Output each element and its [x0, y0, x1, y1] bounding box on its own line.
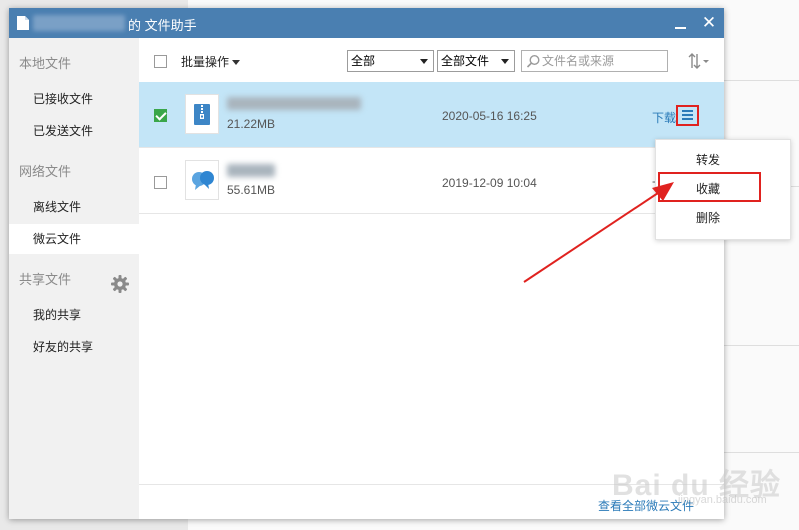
- main-panel: 批量操作 全部 全部文件 文件名或来源 21.22MB 2020-05-16 1…: [139, 38, 724, 519]
- search-box: [521, 50, 668, 72]
- type-filter-select[interactable]: 全部文件: [437, 50, 515, 72]
- chevron-down-icon: [501, 59, 509, 64]
- sidebar-section-network: 网络文件: [19, 164, 72, 179]
- file-assistant-window: 的 文件助手 ✕ 本地文件 已接收文件 已发送文件 网络文件 离线文件 微云文件…: [9, 8, 724, 519]
- menu-item-delete[interactable]: 删除: [656, 205, 790, 231]
- background-divider: [724, 345, 799, 346]
- document-icon: [17, 16, 29, 30]
- zip-file-icon: [194, 104, 210, 125]
- file-context-menu: 转发 收藏 删除: [655, 139, 791, 240]
- sidebar-item-sent[interactable]: 已发送文件: [9, 116, 139, 146]
- sidebar-item-friends-share[interactable]: 好友的共享: [9, 332, 139, 362]
- file-row[interactable]: 55.61MB 2019-12-09 10:04 -: [139, 148, 724, 214]
- sort-icon[interactable]: [687, 52, 711, 70]
- close-button[interactable]: ✕: [699, 12, 719, 34]
- sidebar-item-weiyun[interactable]: 微云文件: [9, 224, 139, 254]
- scope-filter-value: 全部: [351, 54, 376, 68]
- batch-operation-button[interactable]: 批量操作: [181, 53, 241, 70]
- watermark-url: jingyan.baidu.com: [678, 494, 767, 506]
- file-date: 2020-05-16 16:25: [442, 109, 537, 123]
- file-size: 21.22MB: [227, 117, 276, 131]
- chevron-down-icon: [232, 60, 241, 66]
- sidebar-section-shared: 共享文件: [19, 272, 72, 287]
- chevron-down-icon: [420, 59, 428, 64]
- menu-line: [682, 114, 693, 116]
- background-divider: [724, 452, 799, 453]
- file-name-blurred: [227, 164, 275, 177]
- chat-bubbles-file-icon: [192, 171, 214, 190]
- menu-item-favorite[interactable]: 收藏: [656, 176, 790, 202]
- toolbar: 批量操作 全部 全部文件: [139, 38, 724, 82]
- menu-item-forward[interactable]: 转发: [656, 147, 790, 173]
- search-input[interactable]: [542, 53, 664, 69]
- row-checkbox[interactable]: [154, 176, 167, 189]
- batch-operation-label: 批量操作: [181, 55, 230, 69]
- file-date: 2019-12-09 10:04: [442, 176, 537, 190]
- file-size: 55.61MB: [227, 183, 276, 197]
- sidebar-item-received[interactable]: 已接收文件: [9, 84, 139, 114]
- sidebar: 本地文件 已接收文件 已发送文件 网络文件 离线文件 微云文件 共享文件 我的共…: [9, 38, 139, 519]
- window-title: 的 文件助手: [128, 18, 197, 33]
- menu-line: [682, 118, 693, 120]
- select-all-checkbox[interactable]: [154, 55, 167, 68]
- sidebar-section-local: 本地文件: [19, 56, 72, 71]
- gear-icon[interactable]: [110, 274, 130, 294]
- menu-line: [682, 110, 693, 112]
- file-thumbnail: [185, 94, 219, 134]
- file-thumbnail: [185, 160, 219, 200]
- sidebar-item-my-share[interactable]: 我的共享: [9, 300, 139, 330]
- row-checkbox[interactable]: [154, 109, 167, 122]
- contact-name-blurred: [33, 15, 125, 31]
- download-link[interactable]: 下载: [652, 109, 676, 126]
- file-name-blurred: [227, 97, 361, 110]
- more-menu-button[interactable]: [676, 105, 699, 126]
- scope-filter-select[interactable]: 全部: [347, 50, 434, 72]
- type-filter-value: 全部文件: [441, 54, 490, 68]
- sidebar-item-offline[interactable]: 离线文件: [9, 192, 139, 222]
- background-divider: [724, 80, 799, 81]
- file-row[interactable]: 21.22MB 2020-05-16 16:25 下载: [139, 82, 724, 148]
- search-icon: [526, 54, 540, 68]
- minimize-button[interactable]: [672, 13, 690, 33]
- title-bar[interactable]: 的 文件助手 ✕: [9, 8, 724, 38]
